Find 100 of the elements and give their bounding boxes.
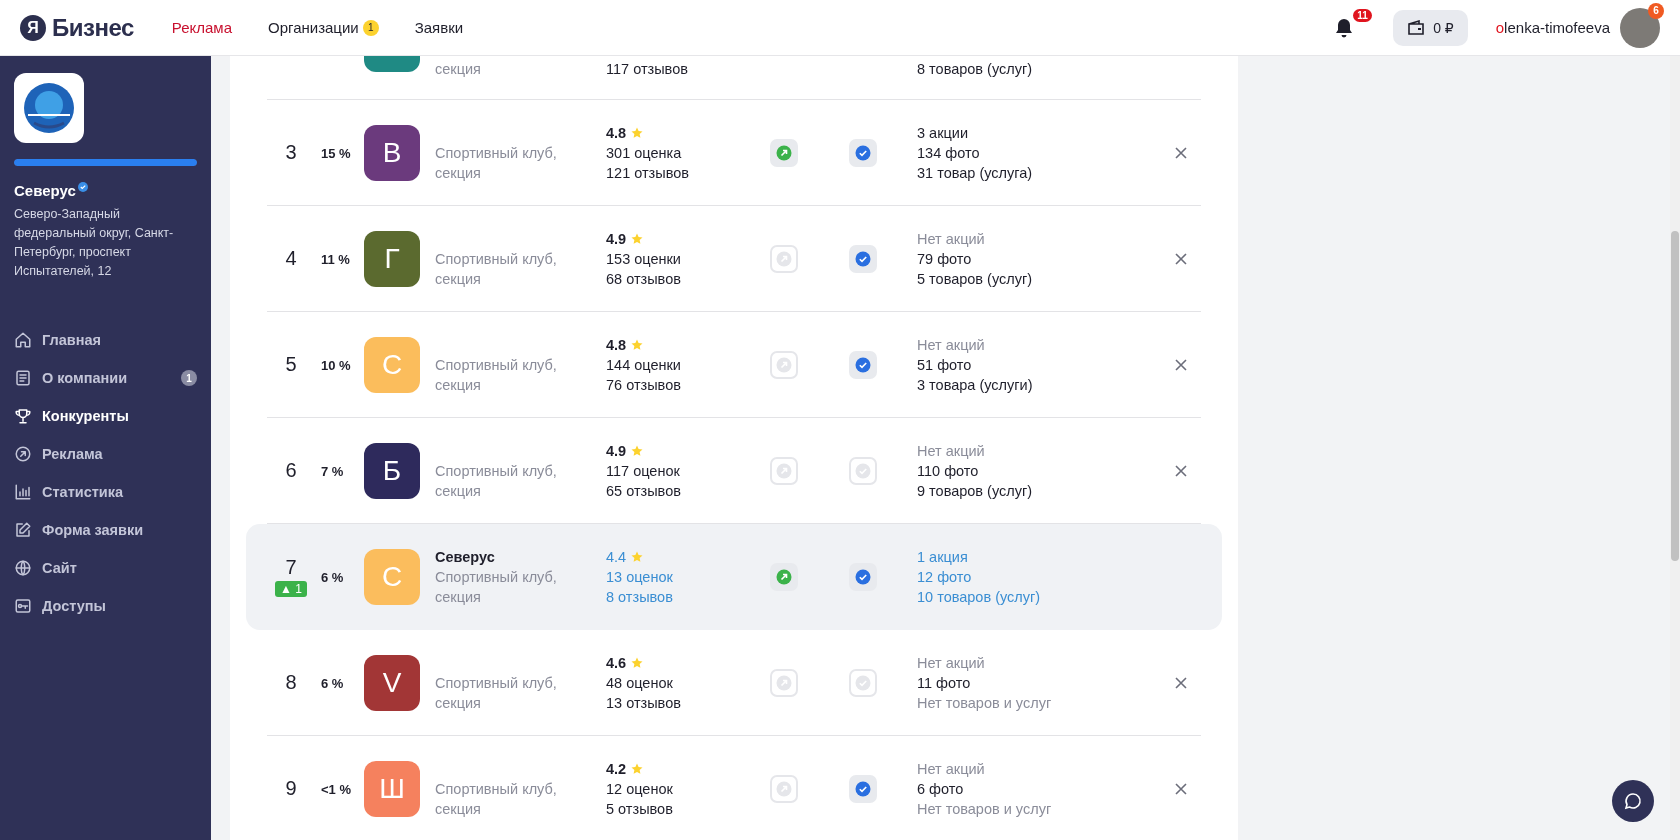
count-badge: 1 bbox=[181, 370, 197, 386]
rank-number: 7 bbox=[285, 556, 297, 579]
reviews-count: 76 отзывов bbox=[606, 375, 682, 395]
company-category: Спортивный клуб, секция bbox=[435, 673, 558, 713]
share-percent: 6 % bbox=[320, 569, 344, 585]
reviews-count: 5 отзывов bbox=[606, 799, 674, 819]
rating-score: 4.4 bbox=[606, 546, 770, 567]
globe-icon bbox=[14, 559, 32, 577]
company-category: Спортивный клуб, секция bbox=[435, 461, 558, 501]
company-avatar: Г bbox=[364, 230, 420, 287]
pencil-square-icon bbox=[14, 521, 32, 539]
share-percent: 15 % bbox=[320, 145, 351, 161]
bell-icon[interactable] bbox=[1335, 17, 1354, 38]
key-icon bbox=[14, 597, 32, 615]
star-icon bbox=[631, 338, 644, 351]
rank-number: 3 bbox=[285, 141, 297, 164]
stat-text: 5 товаров (услуг) bbox=[917, 269, 1034, 289]
stat-text: Нет акций bbox=[917, 441, 986, 461]
stat-text: 3 товара (услуги) bbox=[917, 375, 1034, 395]
star-icon bbox=[631, 762, 644, 775]
company-logo bbox=[14, 73, 84, 143]
stat-text: 31 товар (услуга) bbox=[917, 163, 1034, 183]
stat-text: 11 фото bbox=[917, 673, 972, 693]
sidebar-item[interactable]: Главная bbox=[14, 321, 197, 359]
ratings-count: 117 оценок bbox=[606, 461, 681, 481]
rank-number: 6 bbox=[285, 459, 297, 482]
username-link[interactable]: olenka-timofeeva bbox=[1495, 19, 1610, 36]
rank-number: 8 bbox=[285, 671, 297, 694]
company-address: Северо-Западный федеральный округ, Санкт-Петербург, проспект Испытателей, 12 bbox=[14, 206, 175, 280]
stat-text: 134 фото bbox=[917, 143, 981, 163]
rank-number: 5 bbox=[285, 353, 297, 376]
star-icon bbox=[631, 550, 644, 563]
company-avatar: Ш bbox=[364, 760, 420, 817]
chat-icon bbox=[1624, 792, 1642, 810]
stat-text: Нет акций bbox=[917, 759, 986, 779]
wallet-icon bbox=[1407, 19, 1426, 36]
home-icon bbox=[14, 331, 32, 349]
rating-score: 4.2 bbox=[606, 758, 770, 779]
ratings-count: 13 оценок bbox=[606, 567, 674, 587]
rank-change-badge: ▲ 1 bbox=[275, 581, 307, 597]
stat-text: 6 фото bbox=[917, 779, 965, 799]
stat-text: 8 товаров (услуг) bbox=[917, 60, 1034, 79]
sidebar-item[interactable]: Доступы bbox=[14, 587, 197, 625]
reviews-count: 13 отзывов bbox=[606, 693, 682, 713]
sidebar-item[interactable]: Реклама bbox=[14, 435, 197, 473]
bar-chart-icon bbox=[14, 483, 32, 501]
stat-text: 3 акции bbox=[917, 123, 969, 143]
stat-text: Нет акций bbox=[917, 653, 986, 673]
company-avatar: Б bbox=[364, 442, 420, 499]
avatar-badge: 6 bbox=[1648, 2, 1664, 19]
logo-mark: Я bbox=[20, 14, 46, 41]
share-percent: 11 % bbox=[320, 251, 350, 267]
sidebar-item[interactable]: Статистика bbox=[14, 473, 197, 511]
company-category: Спортивный клуб, секция bbox=[435, 355, 558, 395]
stat-text: 1 акция bbox=[917, 547, 969, 567]
rank-number: 4 bbox=[285, 247, 297, 270]
stat-text: Нет товаров и услуг bbox=[917, 693, 1053, 713]
company-name: Северус bbox=[14, 182, 76, 199]
rank-number: 9 bbox=[285, 777, 297, 800]
company-avatar: V bbox=[364, 654, 420, 711]
ratings-count: 153 оценки bbox=[606, 249, 682, 269]
company-category: Спортивный клуб, секция bbox=[435, 249, 558, 289]
stat-text: 9 товаров (услуг) bbox=[917, 481, 1034, 501]
sidebar-item[interactable]: Сайт bbox=[14, 549, 197, 587]
company-category: секция bbox=[435, 60, 482, 79]
company-category: Спортивный клуб, секция bbox=[435, 143, 558, 183]
ratings-count: 12 оценок bbox=[606, 779, 674, 799]
reviews-count: 65 отзывов bbox=[606, 481, 682, 501]
stat-text: 79 фото bbox=[917, 249, 973, 269]
chat-button[interactable] bbox=[1612, 780, 1654, 822]
document-icon bbox=[14, 369, 32, 387]
nav-link[interactable]: Заявки bbox=[414, 19, 464, 36]
stat-text: 10 товаров (услуг) bbox=[917, 587, 1042, 607]
stat-text: 110 фото bbox=[917, 461, 980, 481]
reviews-count: 8 отзывов bbox=[606, 587, 674, 607]
nav-link[interactable]: Организации 1 bbox=[268, 19, 379, 36]
sidebar-item[interactable]: Форма заявки bbox=[14, 511, 197, 549]
ratings-count: 48 оценок bbox=[606, 673, 674, 693]
company-category: Спортивный клуб, секция bbox=[435, 779, 558, 819]
company-category: Спортивный клуб, секция bbox=[435, 567, 558, 607]
sidebar-item[interactable]: О компании 1 bbox=[14, 359, 197, 397]
share-percent: <1 % bbox=[320, 781, 351, 797]
stat-text: 12 фото bbox=[917, 567, 973, 587]
share-percent: 10 % bbox=[320, 357, 351, 373]
rating-score: 4.6 bbox=[606, 652, 770, 673]
company-avatar: С bbox=[364, 548, 420, 605]
wallet-button[interactable]: 0 ₽ bbox=[1393, 9, 1468, 46]
arrow-circle-icon bbox=[14, 445, 32, 463]
logo-text: Бизнес bbox=[52, 13, 134, 42]
share-percent: 7 % bbox=[320, 463, 344, 479]
star-icon bbox=[631, 444, 644, 457]
rating-score: 4.8 bbox=[606, 122, 770, 143]
nav-link[interactable]: Реклама bbox=[171, 19, 232, 36]
count-badge: 1 bbox=[362, 19, 379, 36]
sidebar-item[interactable]: Конкуренты bbox=[14, 397, 197, 435]
rating-score: 4.9 bbox=[606, 440, 770, 461]
stat-text: Нет товаров и услуг bbox=[917, 799, 1053, 819]
stat-text: Нет акций bbox=[917, 229, 986, 249]
ratings-count: 144 оценки bbox=[606, 355, 682, 375]
share-percent: 6 % bbox=[320, 675, 344, 691]
